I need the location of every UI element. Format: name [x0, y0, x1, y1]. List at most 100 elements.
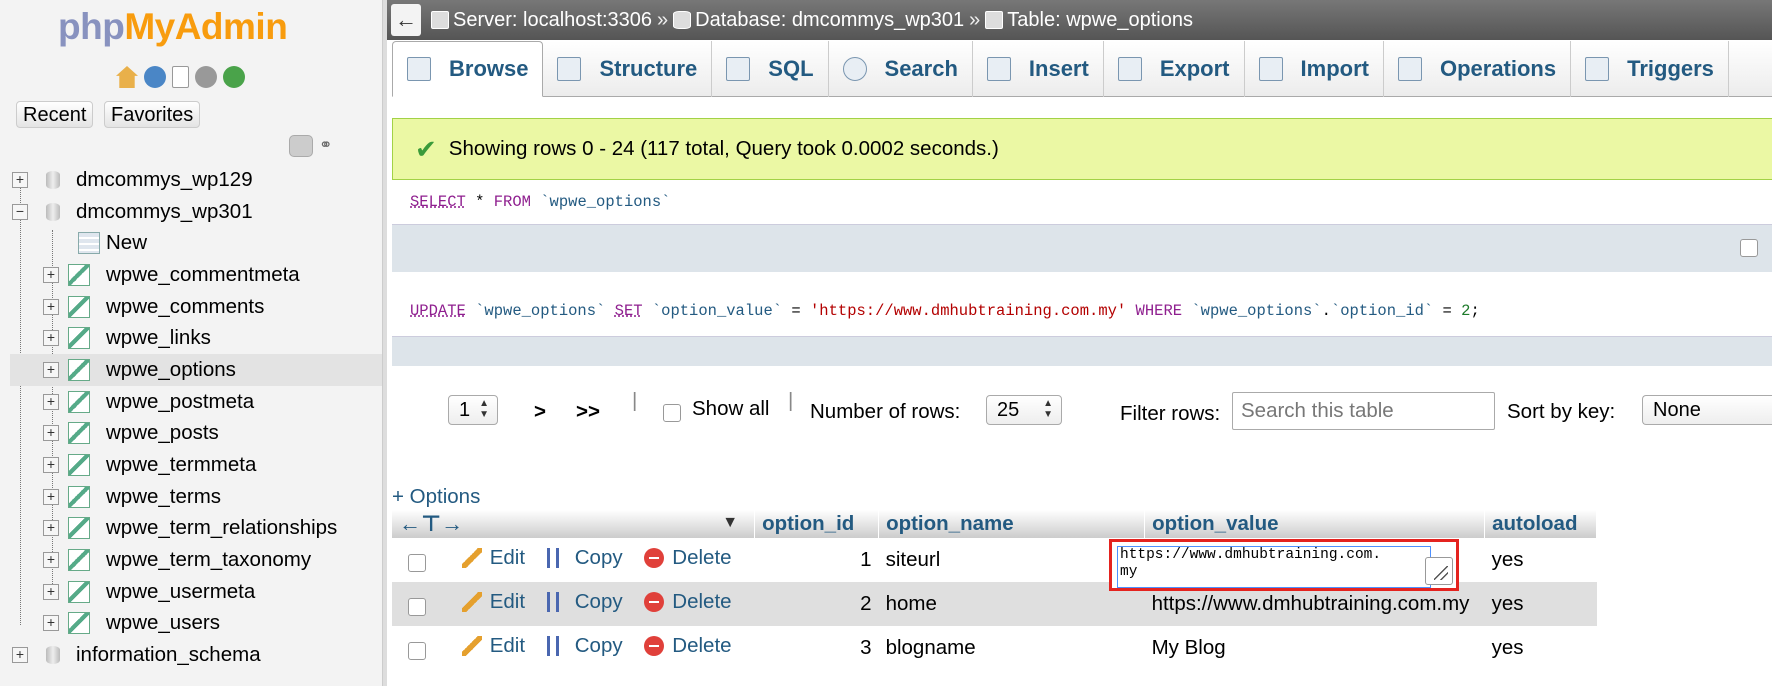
tree-table-row[interactable]: + wpwe_posts	[10, 418, 382, 450]
cell-option-value[interactable]: My Blog	[1144, 626, 1485, 670]
collapse-icon[interactable]: −	[12, 203, 28, 220]
tree-table-row[interactable]: + wpwe_termmeta	[10, 449, 382, 481]
tab-sql[interactable]: SQL	[712, 41, 829, 97]
show-all-checkbox[interactable]	[663, 404, 681, 422]
delete-link[interactable]: Delete	[644, 546, 732, 570]
tree-table-name[interactable]: wpwe_posts	[106, 421, 219, 445]
column-header-autoload[interactable]: autoload	[1484, 510, 1598, 538]
breadcrumb-database[interactable]: Database: dmcommys_wp301 »	[673, 9, 985, 32]
tree-table-name[interactable]: wpwe_term_relationships	[106, 516, 337, 540]
column-arrows-icon[interactable]: ←⊤→	[399, 511, 463, 536]
cell-option-name[interactable]: home	[878, 582, 1145, 626]
reload-icon[interactable]	[223, 66, 245, 88]
cell-option-id[interactable]: 2	[754, 582, 879, 626]
expand-icon[interactable]: +	[43, 330, 59, 347]
table-structure-icon[interactable]	[68, 580, 90, 603]
breadcrumb-database-label[interactable]: Database: dmcommys_wp301	[695, 9, 964, 32]
tree-table-row[interactable]: + wpwe_users	[10, 608, 382, 640]
edit-link[interactable]: Edit	[461, 546, 525, 570]
table-structure-icon[interactable]	[68, 295, 90, 318]
cell-option-name[interactable]: blogname	[878, 626, 1145, 670]
breadcrumb-table-label[interactable]: Table: wpwe_options	[1007, 9, 1193, 32]
next-page-button[interactable]: >	[534, 400, 546, 424]
copy-link[interactable]: Copy	[546, 634, 623, 658]
table-structure-icon[interactable]	[68, 517, 90, 540]
tree-table-row[interactable]: + wpwe_terms	[10, 481, 382, 513]
row-checkbox[interactable]	[408, 553, 426, 572]
breadcrumb-table[interactable]: Table: wpwe_options	[985, 9, 1193, 32]
table-structure-icon[interactable]	[68, 327, 90, 350]
expand-icon[interactable]: +	[43, 583, 59, 600]
tree-db-name[interactable]: dmcommys_wp301	[76, 200, 253, 224]
tree-table-row[interactable]: + wpwe_commentmeta	[10, 259, 382, 291]
tree-table-row[interactable]: + wpwe_links	[10, 322, 382, 354]
nav-resize-handle[interactable]	[383, 0, 387, 686]
recent-button[interactable]: Recent	[16, 101, 94, 128]
tree-table-name[interactable]: wpwe_terms	[106, 485, 221, 509]
table-structure-icon[interactable]	[68, 390, 90, 413]
tree-table-name[interactable]: wpwe_options	[106, 358, 236, 382]
delete-link[interactable]: Delete	[644, 590, 732, 614]
tree-db-row[interactable]: + information_schema	[10, 639, 382, 671]
copy-link[interactable]: Copy	[546, 590, 623, 614]
expand-icon[interactable]: +	[43, 552, 59, 569]
tree-table-row-selected[interactable]: + wpwe_options	[10, 354, 382, 386]
cell-autoload[interactable]: yes	[1484, 538, 1597, 582]
last-page-button[interactable]: >>	[576, 400, 600, 424]
column-header-option-id[interactable]: option_id	[754, 510, 880, 538]
expand-icon[interactable]: +	[12, 171, 28, 188]
cell-autoload[interactable]: yes	[1484, 626, 1597, 670]
table-structure-icon[interactable]	[68, 612, 90, 635]
edit-link[interactable]: Edit	[461, 590, 525, 614]
column-header-option-name[interactable]: option_name	[878, 510, 1146, 538]
resize-grip-icon[interactable]	[1425, 557, 1453, 585]
sort-by-key-select[interactable]: None	[1642, 395, 1772, 425]
documentation-icon[interactable]	[172, 66, 189, 88]
favorites-button[interactable]: Favorites	[104, 101, 201, 128]
table-structure-icon[interactable]	[68, 485, 90, 508]
tree-db-row[interactable]: − dmcommys_wp301	[10, 196, 382, 228]
expand-icon[interactable]: +	[43, 520, 59, 537]
sql-keyword[interactable]: SET	[615, 302, 643, 320]
tab-search[interactable]: Search	[829, 41, 973, 97]
tree-db-name[interactable]: dmcommys_wp129	[76, 168, 253, 192]
table-structure-icon[interactable]	[68, 358, 90, 381]
phpmyadmin-logo[interactable]: phpMyAdmin	[58, 6, 288, 48]
tab-export[interactable]: Export	[1104, 41, 1245, 97]
tree-db-name[interactable]: information_schema	[76, 643, 261, 667]
sql-keyword[interactable]: SELECT	[410, 193, 466, 211]
tree-table-name[interactable]: wpwe_links	[106, 326, 211, 350]
tree-table-row[interactable]: + wpwe_postmeta	[10, 386, 382, 418]
expand-icon[interactable]: +	[43, 488, 59, 505]
tab-structure[interactable]: Structure	[543, 41, 713, 97]
expand-icon[interactable]: +	[43, 457, 59, 474]
back-arrow-icon[interactable]: ←	[391, 4, 421, 36]
expand-icon[interactable]: +	[12, 647, 28, 664]
settings-gear-icon[interactable]	[195, 66, 217, 88]
breadcrumb-server[interactable]: Server: localhost:3306 »	[431, 9, 673, 32]
profiling-checkbox[interactable]	[1740, 239, 1758, 257]
tree-table-name[interactable]: wpwe_commentmeta	[106, 263, 300, 287]
row-checkbox[interactable]	[408, 597, 426, 616]
home-icon[interactable]	[116, 66, 138, 88]
tree-table-name[interactable]: wpwe_users	[106, 611, 220, 635]
column-dropdown-icon[interactable]: ▼	[722, 514, 738, 532]
inline-edit-textarea[interactable]: https://www.dmhubtraining.com. my	[1117, 546, 1431, 588]
filter-rows-input[interactable]: Search this table	[1232, 392, 1495, 430]
expand-icon[interactable]: +	[43, 615, 59, 632]
link-with-main-icon[interactable]: ⚭	[319, 135, 341, 157]
tab-triggers[interactable]: Triggers	[1571, 41, 1729, 97]
table-structure-icon[interactable]	[68, 422, 90, 445]
tree-table-name[interactable]: wpwe_comments	[106, 295, 264, 319]
cell-option-name[interactable]: siteurl	[878, 538, 1145, 582]
tab-operations[interactable]: Operations	[1384, 41, 1572, 97]
tree-table-name[interactable]: wpwe_postmeta	[106, 390, 254, 414]
tree-table-name[interactable]: wpwe_term_taxonomy	[106, 548, 311, 572]
collapse-all-icon[interactable]	[289, 135, 313, 157]
expand-icon[interactable]: +	[43, 266, 59, 283]
row-checkbox[interactable]	[408, 641, 426, 660]
tree-table-row[interactable]: + wpwe_term_taxonomy	[10, 544, 382, 576]
breadcrumb-server-label[interactable]: Server: localhost:3306	[453, 9, 652, 32]
page-select[interactable]: 1 ▲ ▼	[448, 395, 498, 425]
tree-table-name[interactable]: wpwe_termmeta	[106, 453, 256, 477]
